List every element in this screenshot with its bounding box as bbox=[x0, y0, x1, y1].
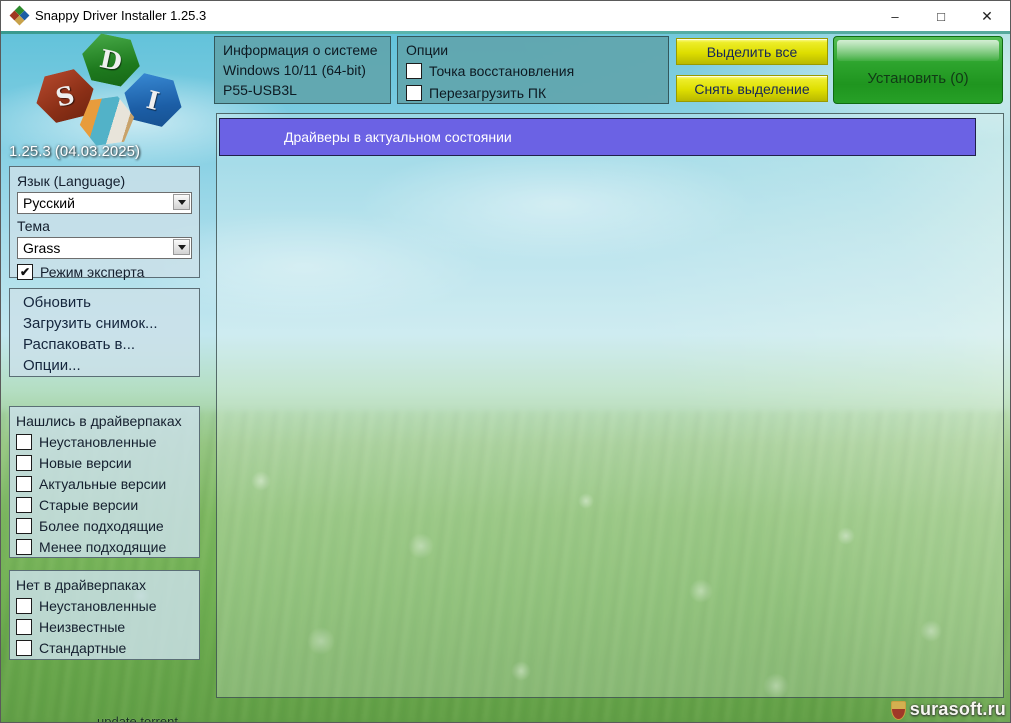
watermark: surasoft.ru bbox=[890, 699, 1006, 720]
system-info-panel: Информация о системе Windows 10/11 (64-b… bbox=[214, 36, 391, 104]
select-all-button[interactable]: Выделить все bbox=[676, 38, 828, 65]
system-info-title: Информация о системе bbox=[223, 42, 378, 58]
filter-better-match-checkbox[interactable] bbox=[16, 517, 32, 534]
version-text: 1.25.3 (04.03.2025) bbox=[9, 143, 140, 160]
theme-select-value: Grass bbox=[23, 240, 61, 256]
theme-label: Тема bbox=[17, 218, 50, 234]
filter-row: Менее подходящие bbox=[16, 536, 193, 557]
filter-label: Актуальные версии bbox=[39, 475, 167, 492]
reboot-pc-checkbox[interactable] bbox=[406, 85, 422, 101]
menu-item-load-snapshot[interactable]: Загрузить снимок... bbox=[10, 313, 199, 334]
filter-label: Неизвестные bbox=[39, 618, 126, 635]
menu-item-update[interactable]: Обновить bbox=[10, 292, 199, 313]
filter-missing-not-installed-checkbox[interactable] bbox=[16, 597, 32, 614]
restore-point-label: Точка восстановления bbox=[429, 63, 575, 79]
filter-row: Актуальные версии bbox=[16, 473, 193, 494]
filter-label: Более подходящие bbox=[39, 517, 164, 534]
install-button-label: Установить (0) bbox=[867, 69, 969, 87]
filter-label: Менее подходящие bbox=[39, 538, 167, 555]
expert-mode-label: Режим эксперта bbox=[40, 263, 145, 280]
titlebar: Snappy Driver Installer 1.25.3 – □ ✕ bbox=[1, 1, 1010, 31]
option-row: Перезагрузить ПК bbox=[406, 82, 660, 104]
minimize-button[interactable]: – bbox=[872, 1, 918, 31]
menu-item-unpack-to[interactable]: Распаковать в... bbox=[10, 334, 199, 355]
app-window: Snappy Driver Installer 1.25.3 – □ ✕ Дра… bbox=[0, 0, 1011, 723]
filter-row: Старые версии bbox=[16, 494, 193, 515]
expert-mode-row: ✔ Режим эксперта bbox=[17, 261, 192, 282]
driver-list-area: Драйверы в актуальном состоянии bbox=[216, 113, 1004, 698]
found-panel-title: Нашлись в драйверпаках bbox=[16, 413, 182, 429]
options-panel: Опции Точка восстановления Перезагрузить… bbox=[397, 36, 669, 104]
filter-row: Неизвестные bbox=[16, 616, 193, 637]
clipped-status-text: update torrent bbox=[97, 714, 178, 723]
window-title: Snappy Driver Installer 1.25.3 bbox=[35, 8, 207, 23]
chevron-down-icon bbox=[177, 199, 186, 205]
language-select-value: Русский bbox=[23, 195, 75, 211]
language-select-arrow-button[interactable] bbox=[173, 194, 190, 210]
reboot-pc-label: Перезагрузить ПК bbox=[429, 85, 547, 101]
filter-row: Неустановленные bbox=[16, 431, 193, 452]
filter-label: Новые версии bbox=[39, 454, 132, 471]
filter-row: Новые версии bbox=[16, 452, 193, 473]
close-button[interactable]: ✕ bbox=[964, 1, 1010, 31]
found-in-driverpacks-panel: Нашлись в драйверпаках Неустановленные Н… bbox=[9, 406, 200, 558]
filter-unknown-checkbox[interactable] bbox=[16, 618, 32, 635]
not-in-driverpacks-panel: Нет в драйверпаках Неустановленные Неизв… bbox=[9, 570, 200, 660]
coat-of-arms-icon bbox=[890, 701, 906, 720]
restore-point-checkbox[interactable] bbox=[406, 63, 422, 79]
filter-not-installed-checkbox[interactable] bbox=[16, 433, 32, 450]
maximize-button[interactable]: □ bbox=[918, 1, 964, 31]
filter-standard-checkbox[interactable] bbox=[16, 639, 32, 656]
missing-panel-title: Нет в драйверпаках bbox=[16, 577, 147, 593]
filter-row: Более подходящие bbox=[16, 515, 193, 536]
tools-menu-panel: Обновить Загрузить снимок... Распаковать… bbox=[9, 288, 200, 377]
filter-row: Стандартные bbox=[16, 637, 193, 658]
system-info-os: Windows 10/11 (64-bit) bbox=[223, 62, 366, 78]
filter-label: Стандартные bbox=[39, 639, 127, 656]
install-button[interactable]: Установить (0) bbox=[833, 36, 1003, 104]
install-button-gloss bbox=[837, 40, 999, 61]
theme-select[interactable]: Grass bbox=[17, 237, 192, 259]
sdi-logo: D S I bbox=[27, 34, 181, 146]
drivers-up-to-date-banner: Драйверы в актуальном состоянии bbox=[219, 118, 976, 156]
menu-item-options[interactable]: Опции... bbox=[10, 355, 199, 376]
options-title: Опции bbox=[406, 42, 449, 58]
deselect-all-button[interactable]: Снять выделение bbox=[676, 75, 828, 102]
filter-current-versions-checkbox[interactable] bbox=[16, 475, 32, 492]
watermark-text: surasoft.ru bbox=[909, 699, 1006, 719]
filter-label: Неустановленные bbox=[39, 433, 157, 450]
language-label: Язык (Language) bbox=[17, 173, 126, 189]
filter-old-versions-checkbox[interactable] bbox=[16, 496, 32, 513]
filter-label: Неустановленные bbox=[39, 597, 157, 614]
filter-worse-match-checkbox[interactable] bbox=[16, 538, 32, 555]
system-info-motherboard: P55-USB3L bbox=[223, 82, 297, 98]
filter-newer-versions-checkbox[interactable] bbox=[16, 454, 32, 471]
theme-select-arrow-button[interactable] bbox=[173, 239, 190, 255]
expert-mode-checkbox[interactable]: ✔ bbox=[17, 263, 33, 280]
option-row: Точка восстановления bbox=[406, 60, 660, 82]
language-select[interactable]: Русский bbox=[17, 192, 192, 214]
language-theme-panel: Язык (Language) Русский Тема Grass ✔ Реж… bbox=[9, 166, 200, 280]
chevron-down-icon bbox=[177, 244, 186, 250]
filter-label: Старые версии bbox=[39, 496, 139, 513]
filter-row: Неустановленные bbox=[16, 595, 193, 616]
app-icon bbox=[9, 5, 30, 26]
